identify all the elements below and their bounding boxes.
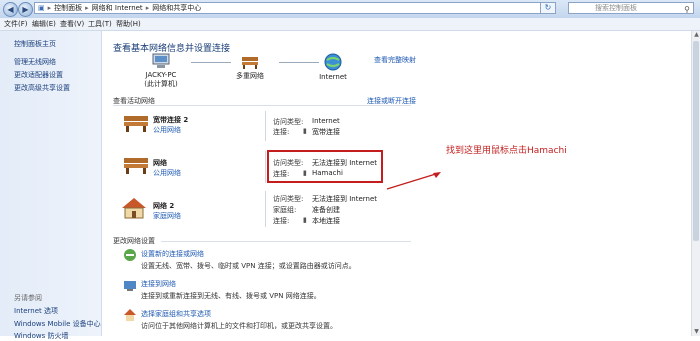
network-3-conn[interactable]: 本地连接 [312, 216, 340, 226]
menu-bar: 文件(F) 编辑(E) 查看(V) 工具(T) 帮助(H) [0, 18, 700, 31]
scroll-thumb[interactable] [693, 41, 699, 241]
homegroup-icon [124, 309, 136, 321]
task-setup-desc: 设置无线、宽带、拨号、临时或 VPN 连接；或设置路由器或访问点。 [141, 262, 356, 270]
network-3-home-label: 家庭组: [273, 206, 297, 214]
chevron-right-icon: ▸ [85, 4, 89, 12]
task-connect-desc: 连接到或重新连接到无线、有线、拨号或 VPN 网络连接。 [141, 292, 321, 300]
task-homegroup-link[interactable]: 选择家庭组和共享选项 [141, 309, 211, 319]
bench-icon [124, 158, 148, 174]
sidebar-item-firewall[interactable]: Windows 防火墙 [14, 331, 68, 341]
network-3-access: 无法连接到 Internet [312, 195, 378, 203]
sidebar-item-sharing[interactable]: 更改高级共享设置 [14, 83, 70, 93]
sidebar-item-internet-options[interactable]: Internet 选项 [14, 306, 58, 316]
network-3-name: 网络 2 [153, 202, 175, 210]
network-1-type[interactable]: 公用网络 [153, 125, 181, 135]
breadcrumb-network-internet[interactable]: 网络和 Internet [92, 3, 143, 13]
network-2-type[interactable]: 公用网络 [153, 168, 181, 178]
sidebar-item-wireless[interactable]: 管理无线网络 [14, 57, 56, 67]
network-1-conn[interactable]: 宽带连接 [312, 127, 340, 137]
pc-name: JACKY-PC [145, 71, 177, 79]
connect-network-icon [124, 281, 136, 291]
sidebar-item-mobile-center[interactable]: Windows Mobile 设备中心 [14, 319, 101, 329]
menu-help[interactable]: 帮助(H) [116, 19, 141, 29]
network-setup-icon [124, 249, 136, 261]
forward-button[interactable]: ▶ [18, 2, 33, 17]
adapter-icon: ▮ [303, 216, 307, 224]
divider [161, 241, 411, 242]
vertical-scrollbar[interactable]: ▲ ▼ [691, 31, 700, 336]
network-1-access-label: 访问类型: [273, 118, 304, 126]
map-link-line [191, 62, 231, 63]
bench-icon [124, 116, 148, 132]
annotation-text: 找到这里用鼠标点击Hamachi [446, 146, 567, 156]
task-homegroup-desc: 访问位于其他网络计算机上的文件和打印机，或更改共享设置。 [141, 322, 337, 330]
address-bar[interactable]: ▣ ▸ 控制面板 ▸ 网络和 Internet ▸ 网络和共享中心 [34, 2, 542, 14]
search-input[interactable]: 搜索控制面板 ⚲ [568, 2, 694, 14]
search-placeholder: 搜索控制面板 [595, 4, 637, 12]
adapter-icon: ▮ [303, 127, 307, 135]
pc-sub: (此计算机) [144, 80, 178, 88]
network-1-conn-label: 连接: [273, 128, 290, 136]
menu-tools[interactable]: 工具(T) [88, 19, 112, 29]
network-3-access-label: 访问类型: [273, 195, 304, 203]
bench-icon [242, 57, 258, 69]
folder-icon: ▣ [38, 4, 45, 12]
map-link-line [279, 62, 319, 63]
globe-icon [324, 53, 342, 71]
computer-icon [152, 53, 170, 68]
main-panel: 查看基本网络信息并设置连接 查看完整映射 JACKY-PC (此计算机) 多重网… [101, 31, 691, 336]
chevron-right-icon: ▸ [47, 4, 52, 12]
scroll-up-icon[interactable]: ▲ [692, 31, 700, 39]
refresh-button[interactable]: ↻ [540, 2, 556, 14]
sidebar-item-home[interactable]: 控制面板主页 [14, 39, 56, 49]
menu-file[interactable]: 文件(F) [4, 19, 28, 29]
network-3-type[interactable]: 家庭网络 [153, 211, 181, 221]
highlight-box [267, 150, 383, 183]
task-connect-link[interactable]: 连接到网络 [141, 279, 176, 289]
sidebar-see-also-heading: 另请参阅 [14, 294, 42, 302]
annotation-arrow-icon [386, 172, 441, 190]
breadcrumb-network-center[interactable]: 网络和共享中心 [152, 3, 201, 13]
map-internet[interactable]: Internet [315, 53, 351, 81]
task-setup-link[interactable]: 设置新的连接或网络 [141, 249, 204, 259]
network-3-conn-label: 连接: [273, 217, 290, 225]
menu-view[interactable]: 查看(V) [60, 19, 84, 29]
network-1-access: Internet [312, 117, 340, 125]
network-2-name: 网络 [153, 159, 167, 167]
breadcrumb-control-panel[interactable]: 控制面板 [54, 3, 82, 13]
sidebar: 控制面板主页 管理无线网络 更改适配器设置 更改高级共享设置 另请参阅 Inte… [0, 31, 102, 340]
multi-network-label: 多重网络 [236, 72, 264, 80]
divider [265, 111, 266, 141]
back-button[interactable]: ◀ [3, 2, 18, 17]
internet-label: Internet [319, 73, 347, 81]
divider [265, 151, 266, 183]
network-3-home[interactable]: 准备创建 [312, 205, 340, 215]
address-toolbar: ◀ ▶ ▣ ▸ 控制面板 ▸ 网络和 Internet ▸ 网络和共享中心 ↻ … [0, 0, 700, 19]
map-multi-network[interactable]: 多重网络 [229, 53, 271, 81]
chevron-right-icon: ▸ [145, 4, 150, 12]
menu-edit[interactable]: 编辑(E) [32, 19, 56, 29]
change-settings-heading: 更改网络设置 [113, 237, 155, 245]
divider [113, 105, 411, 106]
scroll-down-icon[interactable]: ▼ [692, 328, 700, 336]
divider [265, 191, 266, 227]
home-icon [122, 198, 146, 219]
sidebar-item-adapter[interactable]: 更改适配器设置 [14, 70, 63, 80]
map-pc[interactable]: JACKY-PC (此计算机) [141, 53, 181, 89]
network-1-name: 宽带连接 2 [153, 116, 189, 124]
full-map-link[interactable]: 查看完整映射 [374, 55, 416, 65]
search-icon: ⚲ [684, 5, 690, 14]
